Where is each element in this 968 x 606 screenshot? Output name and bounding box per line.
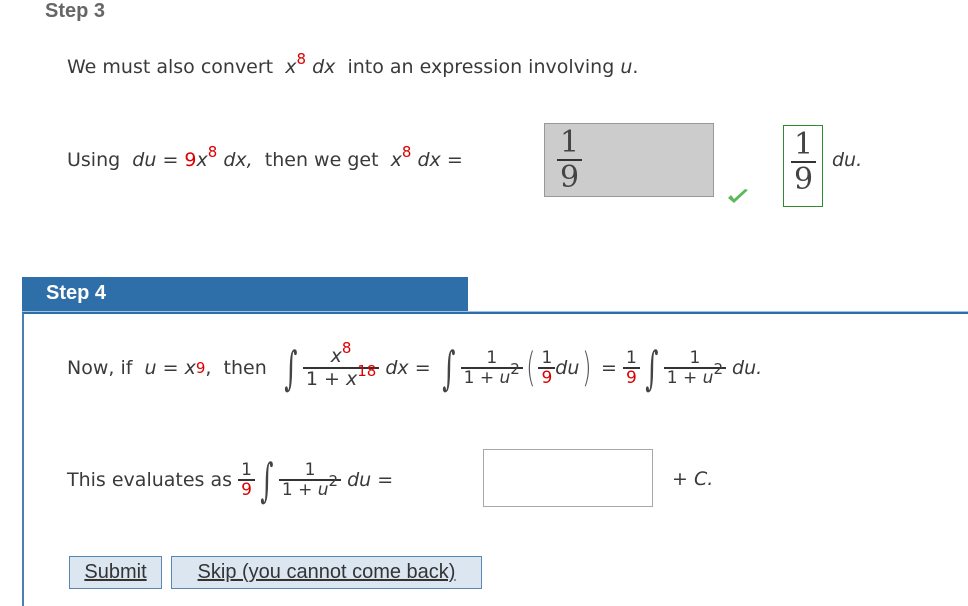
fraction-1-over-1pu2: 1 1 + u2 bbox=[663, 347, 726, 388]
one-plus: 1 + bbox=[305, 367, 340, 390]
u-var: u bbox=[144, 357, 157, 379]
correct-answer-box: 1 9 bbox=[783, 125, 823, 207]
du-text: du bbox=[555, 357, 580, 379]
intro-dx: dx bbox=[312, 56, 336, 78]
exponent: 18 bbox=[357, 361, 377, 380]
comma: , bbox=[205, 357, 212, 379]
step4-divider bbox=[22, 311, 968, 314]
equals-sign: = bbox=[601, 357, 617, 379]
x-var: x bbox=[196, 149, 208, 171]
constant-c: C. bbox=[693, 468, 714, 490]
intro-exp: 8 bbox=[296, 50, 307, 68]
numerator: 1 bbox=[689, 347, 701, 368]
evaluates-label: This evaluates as bbox=[67, 469, 233, 491]
exponent: 8 bbox=[207, 143, 218, 161]
step4-substitution-line: Now, if u = x9, then ∫ x8 1 + x18 dx = ∫… bbox=[67, 339, 763, 395]
step4-left-border bbox=[22, 313, 24, 606]
numerator: 1 bbox=[626, 347, 637, 368]
answer-fraction: 1 9 bbox=[557, 125, 583, 195]
plus-c: + C. bbox=[672, 468, 713, 490]
then-label: then bbox=[223, 357, 267, 379]
u-var: u bbox=[702, 367, 714, 388]
integral-sign: ∫ bbox=[284, 341, 298, 395]
intro-x: x bbox=[285, 56, 297, 78]
equals-sign: = bbox=[446, 149, 463, 171]
numerator: 1 bbox=[241, 459, 252, 480]
numerator: 1 bbox=[560, 125, 580, 160]
integral-sign: ∫ bbox=[260, 453, 274, 507]
denominator: 9 bbox=[560, 159, 580, 195]
equals-sign: = bbox=[162, 149, 179, 171]
exponent: 2 bbox=[510, 359, 520, 378]
fraction-1-over-1pu2: 1 1 + u2 bbox=[278, 459, 342, 500]
now-if-label: Now, if bbox=[67, 357, 133, 379]
right-paren: ) bbox=[582, 345, 592, 391]
exponent: 8 bbox=[401, 143, 412, 161]
fraction-1-over-1pu2: 1 1 + u2 bbox=[460, 347, 523, 388]
then-label: then we get bbox=[264, 149, 379, 171]
submit-button[interactable]: Submit bbox=[69, 556, 162, 589]
equals-sign: = bbox=[162, 357, 179, 379]
fraction-1-over-9: 1 9 bbox=[538, 347, 556, 388]
numerator: 1 bbox=[304, 459, 316, 480]
dx-text: dx bbox=[385, 357, 409, 379]
du-end: du. bbox=[732, 357, 763, 379]
du-text: du bbox=[132, 149, 157, 171]
one-plus: 1 + bbox=[281, 479, 313, 500]
numerator: 1 bbox=[541, 347, 553, 368]
intro-var: u bbox=[620, 56, 633, 78]
exponent: 2 bbox=[328, 471, 339, 490]
antiderivative-input[interactable] bbox=[483, 449, 653, 507]
fraction-1-over-9: 1 9 bbox=[238, 459, 255, 500]
intro-end: . bbox=[632, 56, 639, 78]
u-var: u bbox=[317, 479, 329, 500]
step4-evaluate-line: This evaluates as 1 9 ∫ 1 1 + u2 du = bbox=[67, 448, 393, 512]
denominator: 9 bbox=[626, 367, 637, 388]
x-var: x bbox=[184, 357, 196, 379]
exponent: 8 bbox=[341, 339, 352, 358]
exponent: 2 bbox=[713, 359, 723, 378]
equals-sign: = bbox=[377, 469, 394, 491]
u-var: u bbox=[499, 367, 511, 388]
step4-heading: Step 4 bbox=[46, 282, 107, 304]
dx-text: dx bbox=[417, 149, 441, 171]
x-var: x bbox=[390, 149, 402, 171]
correct-fraction: 1 9 bbox=[791, 127, 817, 197]
step3-intro: We must also convert x8 dx into an expre… bbox=[67, 52, 639, 79]
intro-text: We must also convert bbox=[67, 56, 274, 78]
numerator: 1 bbox=[486, 347, 498, 368]
denominator: 9 bbox=[241, 479, 252, 500]
skip-button[interactable]: Skip (you cannot come back) bbox=[171, 556, 482, 589]
fraction-1-over-9: 1 9 bbox=[623, 347, 640, 388]
step3-substitution-line: Using du = 9x8 dx, then we get x8 dx = bbox=[67, 145, 463, 172]
step4-header: Step 4 bbox=[22, 277, 468, 311]
x-var: x bbox=[345, 367, 358, 390]
du-text: du bbox=[347, 469, 372, 491]
integral-sign: ∫ bbox=[645, 341, 659, 395]
one-plus: 1 + bbox=[666, 367, 698, 388]
coefficient: 9 bbox=[184, 149, 197, 171]
numerator: 1 bbox=[794, 127, 814, 162]
denominator: 9 bbox=[541, 367, 553, 388]
one-plus: 1 + bbox=[463, 367, 495, 388]
du-end: du. bbox=[832, 149, 863, 171]
left-paren: ( bbox=[525, 345, 536, 391]
using-label: Using bbox=[67, 149, 121, 171]
denominator: 9 bbox=[794, 161, 814, 197]
intro-suffix: into an expression involving bbox=[347, 56, 615, 78]
integral-sign: ∫ bbox=[442, 341, 456, 395]
plus-sign: + bbox=[672, 468, 688, 490]
x-var: x bbox=[330, 345, 342, 368]
step3-answer-input[interactable]: 1 9 bbox=[544, 123, 714, 197]
dx-text: dx, bbox=[223, 149, 253, 171]
check-icon bbox=[727, 188, 749, 210]
equals-sign: = bbox=[414, 357, 431, 379]
step3-heading: Step 3 bbox=[45, 0, 106, 22]
fraction-x8-over: x8 1 + x18 bbox=[302, 341, 380, 390]
